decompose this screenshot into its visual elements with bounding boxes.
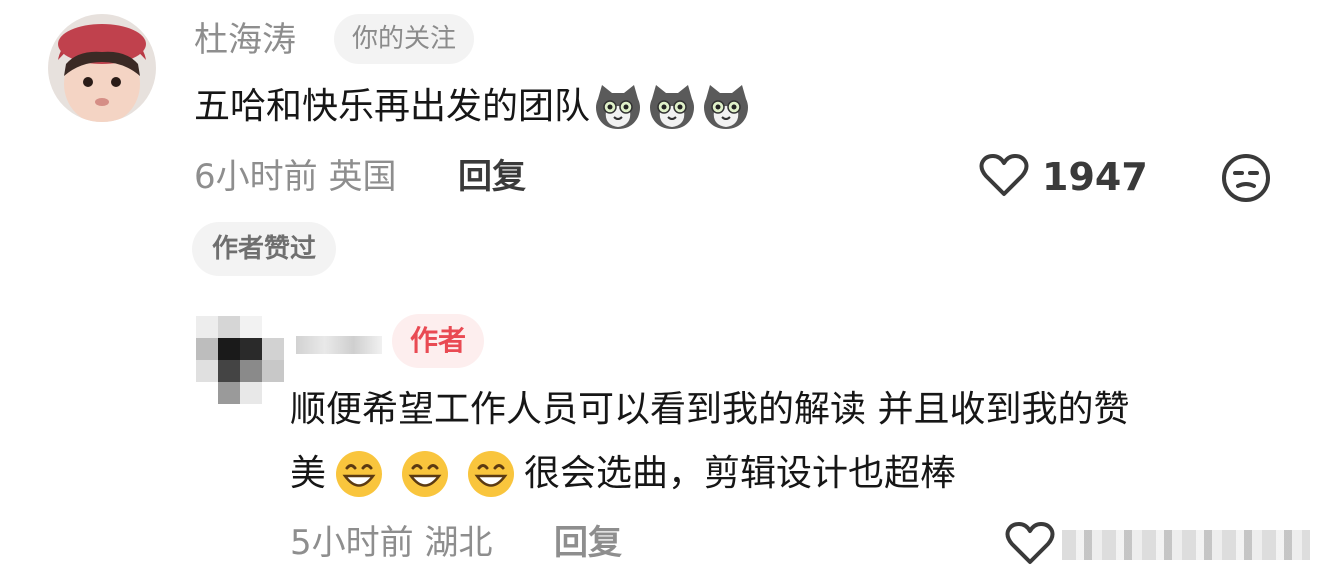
reply-username-blurred[interactable] bbox=[296, 336, 382, 354]
heart-outline-icon bbox=[978, 152, 1030, 202]
reply-reply-button[interactable]: 回复 bbox=[554, 516, 622, 570]
unamused-face-icon[interactable] bbox=[1220, 152, 1272, 208]
comment-meta: 6小时前 英国 bbox=[194, 150, 396, 204]
cat-face-icon bbox=[592, 81, 644, 133]
avatar[interactable] bbox=[48, 14, 156, 122]
blurred-like-count bbox=[1062, 530, 1310, 560]
grinning-face-icon bbox=[334, 449, 384, 499]
reply-text: 顺便希望工作人员可以看到我的解读 并且收到我的赞 美 很会选曲，剪辑设计也超棒 bbox=[290, 378, 1290, 506]
username[interactable]: 杜海涛 bbox=[194, 16, 296, 64]
cat-face-icon bbox=[700, 81, 752, 133]
heart-outline-icon[interactable] bbox=[1004, 520, 1056, 570]
reply-text-line: 顺便希望工作人员可以看到我的解读 并且收到我的赞 bbox=[290, 389, 1130, 430]
reply-button[interactable]: 回复 bbox=[458, 150, 526, 204]
reply-text-segment: 美 bbox=[290, 453, 327, 494]
reply-meta: 5小时前 湖北 bbox=[290, 516, 492, 570]
comment-location: 英国 bbox=[328, 157, 397, 197]
comment-text: 五哈和快乐再出发的团队 bbox=[194, 78, 752, 136]
like-button[interactable]: 1947 bbox=[978, 150, 1148, 204]
comment-time: 6小时前 bbox=[194, 157, 318, 197]
reply-avatar[interactable] bbox=[196, 316, 284, 404]
reply-time: 5小时前 bbox=[290, 523, 414, 563]
cat-face-icon bbox=[646, 81, 698, 133]
comment-body: 五哈和快乐再出发的团队 bbox=[194, 86, 591, 127]
author-liked-badge: 作者赞过 bbox=[192, 222, 337, 276]
grinning-face-icon bbox=[400, 449, 450, 499]
reply-text-line: 美 很会选曲，剪辑设计也超棒 bbox=[290, 442, 1290, 506]
grinning-face-icon bbox=[466, 449, 516, 499]
author-badge: 作者 bbox=[392, 314, 485, 368]
reply-text-segment: 很会选曲，剪辑设计也超棒 bbox=[524, 453, 957, 494]
follow-badge: 你的关注 bbox=[334, 14, 475, 64]
reply-location: 湖北 bbox=[424, 523, 493, 563]
like-count: 1947 bbox=[1042, 155, 1148, 199]
